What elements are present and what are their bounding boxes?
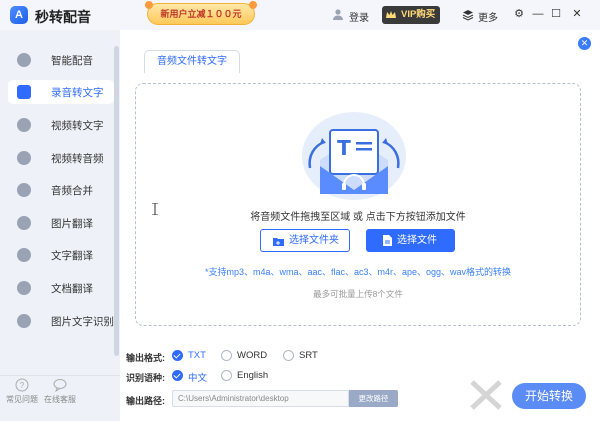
svg-text:T: T [337,136,351,160]
minimize-icon[interactable]: — [531,7,545,21]
maximize-icon[interactable]: ☐ [549,7,563,21]
sidebar-item-label: 文档翻译 [51,283,93,295]
format-word-radio[interactable] [221,350,232,361]
sidebar-item-label: 文字翻译 [51,250,93,262]
app-logo: A [10,6,28,24]
file-icon [383,235,392,246]
service-link[interactable]: 在线客服 [40,375,80,405]
output-path-label: 输出路径: [126,396,165,406]
supported-formats-text: *支持mp3、m4a、wma、aac、flac、ac3、m4r、ape、ogg、… [204,267,512,277]
sidebar-item-label: 图片文字识别 [51,316,114,328]
language-label: 识别语种: [126,373,165,383]
help-link[interactable]: ? 常见问题 [2,375,42,405]
sidebar-item-video-to-audio[interactable]: 视频转音频 [8,146,114,170]
sidebar-item-doc-translate[interactable]: 文档翻译 [8,276,114,300]
drop-hint-text: 将音频文件拖拽至区域 或 点击下方按钮添加文件 [250,212,466,223]
close-panel-icon[interactable]: ✕ [578,37,591,50]
svg-text:?: ? [20,381,25,390]
promo-badge[interactable]: 新用户立减１００元 [145,1,257,25]
mic-icon [17,53,31,67]
title-bar: A 秒转配音 新用户立减１００元 登录 VIP购买 更多 ⚙ — ☐ ✕ [0,0,600,30]
video-audio-icon [17,151,31,165]
output-format-label: 输出格式: [126,353,165,363]
lang-chinese-radio[interactable] [172,370,183,381]
change-path-button[interactable]: 更改路径 [349,390,398,407]
sidebar-item-image-translate[interactable]: 图片翻译 [8,211,114,235]
ai-icon [17,85,31,99]
select-file-label: 选择文件 [397,235,437,246]
format-txt-label[interactable]: TXT [188,350,206,361]
sidebar-item-label: 图片翻译 [51,218,93,230]
sidebar-item-label: 视频转文字 [51,120,104,132]
settings-icon[interactable]: ⚙ [512,7,526,21]
upload-illustration-icon: T [302,112,406,200]
ocr-icon [17,314,31,328]
sidebar-item-smart-dubbing[interactable]: 智能配音 [8,48,114,72]
question-icon: ? [15,378,29,392]
sidebar-item-text-translate[interactable]: 文字翻译 [8,243,114,267]
sidebar-item-video-to-text[interactable]: 视频转文字 [8,113,114,137]
format-srt-radio[interactable] [283,350,294,361]
lang-chinese-label[interactable]: 中文 [188,370,207,384]
image-icon [17,216,31,230]
help-label: 常见问题 [6,395,38,404]
select-folder-button[interactable]: 选择文件夹 [260,229,350,252]
output-path-field[interactable] [172,390,349,407]
format-word-label[interactable]: WORD [237,350,267,361]
sidebar-item-image-ocr[interactable]: 图片文字识别 [8,309,114,333]
select-file-button[interactable]: 选择文件 [366,229,455,252]
translate-icon [17,248,31,262]
crown-icon [386,11,396,18]
login-link[interactable]: 登录 [349,9,369,24]
format-txt-radio[interactable] [172,350,183,361]
format-srt-label[interactable]: SRT [299,350,318,361]
more-menu[interactable]: 更多 [478,9,498,24]
sidebar-item-label: 录音转文字 [51,87,104,99]
app-name: 秒转配音 [35,9,91,25]
tab-audio-to-text[interactable]: 音频文件转文字 [144,50,240,73]
sidebar-item-audio-merge[interactable]: 音频合并 [8,178,114,202]
mouse-cursor-icon [152,203,158,215]
doc-icon [17,281,31,295]
layers-icon[interactable] [462,9,474,21]
user-icon[interactable] [332,8,344,20]
upload-limit-text: 最多可批量上传8个文件 [313,289,403,299]
folder-icon [273,238,284,246]
select-folder-label: 选择文件夹 [289,235,339,246]
sidebar: 智能配音 录音转文字 视频转文字 视频转音频 音频合并 图片翻译 文字翻译 文档… [0,30,120,421]
sidebar-item-label: 智能配音 [51,55,93,67]
service-label: 在线客服 [44,395,76,404]
lang-english-radio[interactable] [221,370,232,381]
sidebar-scrollbar[interactable] [114,46,119,356]
sidebar-item-label: 音频合并 [51,185,93,197]
watermark-logo-icon [470,380,502,410]
chat-icon [53,379,67,392]
video-icon [17,118,31,132]
lang-english-label[interactable]: English [237,370,268,381]
sidebar-item-label: 视频转音频 [51,153,104,165]
merge-icon [17,183,31,197]
start-convert-button[interactable]: 开始转换 [512,383,586,409]
sidebar-item-audio-to-text[interactable]: 录音转文字 [8,80,114,104]
close-icon[interactable]: ✕ [570,7,584,21]
